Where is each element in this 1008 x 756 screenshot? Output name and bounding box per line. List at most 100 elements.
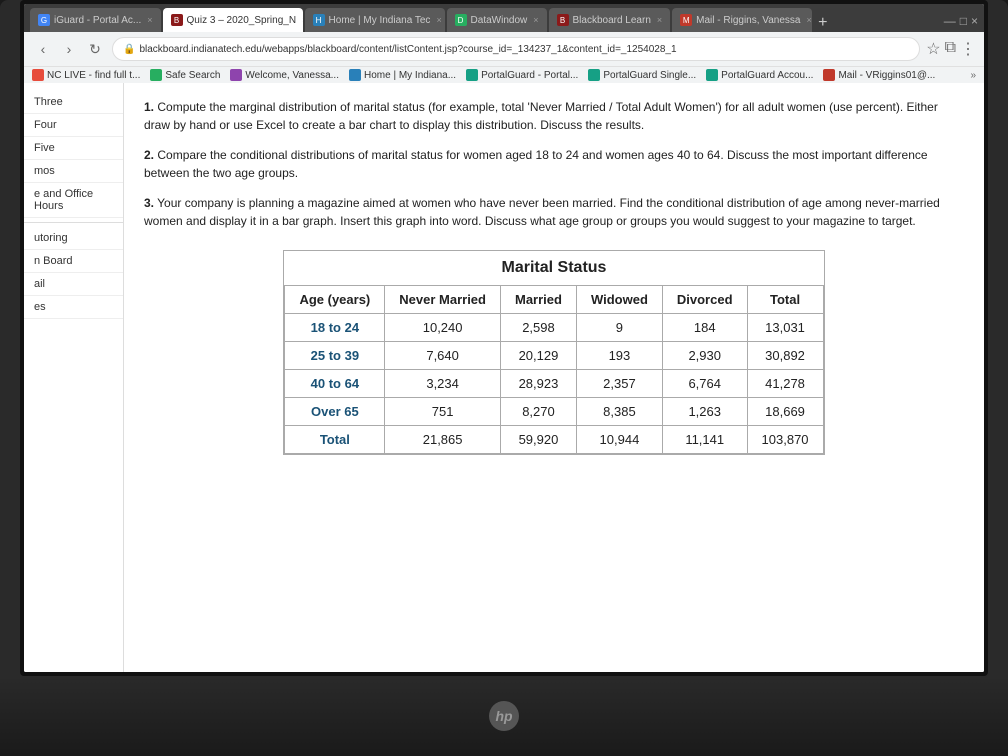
sidebar-item-ail[interactable]: ail — [24, 273, 123, 296]
back-button[interactable]: ‹ — [32, 38, 54, 60]
sidebar-label-five: Five — [34, 142, 55, 154]
screen-bezel: G iGuard - Portal Ac... × B Quiz 3 – 202… — [20, 0, 988, 676]
bookmark-nclive[interactable]: NC LIVE - find full t... — [32, 69, 140, 81]
cell-widowed-4: 10,944 — [576, 426, 662, 454]
bookmark-favicon-nclive — [32, 69, 44, 81]
tab-label-iguard: iGuard - Portal Ac... — [54, 15, 141, 26]
question-1: 1. Compute the marginal distribution of … — [144, 98, 964, 134]
cell-never-1: 7,640 — [385, 342, 501, 370]
sidebar-item-es[interactable]: es — [24, 296, 123, 319]
cell-married-0: 2,598 — [500, 314, 576, 342]
bookmark-favicon-pga — [706, 69, 718, 81]
bookmark-pgaccount[interactable]: PortalGuard Accou... — [706, 69, 813, 81]
col-header-married: Married — [500, 286, 576, 314]
bookmark-indiana[interactable]: Home | My Indiana... — [349, 69, 456, 81]
bookmarks-overflow[interactable]: » — [970, 70, 976, 81]
tab-datawindow[interactable]: D DataWindow × — [447, 8, 547, 32]
bookmark-vriggins[interactable]: Mail - VRiggins01@... — [823, 69, 935, 81]
sidebar-item-office[interactable]: e and Office Hours — [24, 183, 123, 218]
sidebar-item-four[interactable]: Four — [24, 114, 123, 137]
address-bar[interactable]: 🔒 blackboard.indianatech.edu/webapps/bla… — [112, 37, 920, 61]
browser-chrome: G iGuard - Portal Ac... × B Quiz 3 – 202… — [24, 4, 984, 32]
bookmark-pgsingle[interactable]: PortalGuard Single... — [588, 69, 696, 81]
tab-label-mail: Mail - Riggins, Vanessa — [696, 15, 800, 26]
bookmark-favicon-welcome — [230, 69, 242, 81]
tab-quiz[interactable]: B Quiz 3 – 2020_Spring_N × — [163, 8, 303, 32]
cell-never-4: 21,865 — [385, 426, 501, 454]
question-2-number: 2. — [144, 148, 154, 162]
table-title: Marital Status — [284, 251, 823, 285]
cell-married-3: 8,270 — [500, 398, 576, 426]
tab-close-mail[interactable]: × — [806, 15, 811, 25]
bookmark-welcome[interactable]: Welcome, Vanessa... — [230, 69, 339, 81]
cell-married-1: 20,129 — [500, 342, 576, 370]
laptop-bottom: hp — [0, 676, 1008, 756]
cell-divorced-3: 1,263 — [662, 398, 747, 426]
sidebar-label-ail: ail — [34, 278, 45, 290]
tab-mail[interactable]: M Mail - Riggins, Vanessa × — [672, 8, 812, 32]
table-row: 40 to 64 3,234 28,923 2,357 6,764 41,278 — [285, 370, 823, 398]
tab-favicon-dw: D — [455, 14, 467, 26]
tab-favicon-quiz: B — [171, 14, 183, 26]
cell-total-3: 18,669 — [747, 398, 823, 426]
col-header-total: Total — [747, 286, 823, 314]
cell-total-1: 30,892 — [747, 342, 823, 370]
bookmark-favicon-pg — [466, 69, 478, 81]
tab-blackboard[interactable]: B Blackboard Learn × — [549, 8, 671, 32]
bookmark-label-vr: Mail - VRiggins01@... — [838, 70, 935, 81]
col-header-age: Age (years) — [285, 286, 385, 314]
forward-button[interactable]: › — [58, 38, 80, 60]
sidebar-label-four: Four — [34, 119, 57, 131]
hp-logo: hp — [489, 701, 519, 731]
address-text: blackboard.indianatech.edu/webapps/black… — [139, 44, 676, 55]
sidebar-item-five[interactable]: Five — [24, 137, 123, 160]
close-button[interactable]: × — [971, 14, 978, 28]
minimize-button[interactable]: — — [944, 14, 956, 28]
browser-controls: ‹ › ↻ 🔒 blackboard.indianatech.edu/webap… — [24, 32, 984, 66]
tab-close-bb[interactable]: × — [657, 15, 662, 25]
cell-widowed-0: 9 — [576, 314, 662, 342]
tab-favicon-mail: M — [680, 14, 692, 26]
cell-never-0: 10,240 — [385, 314, 501, 342]
cell-divorced-1: 2,930 — [662, 342, 747, 370]
col-header-never-married: Never Married — [385, 286, 501, 314]
tab-close-dw[interactable]: × — [533, 15, 538, 25]
col-header-divorced: Divorced — [662, 286, 747, 314]
reload-button[interactable]: ↻ — [84, 38, 106, 60]
cell-age-3: Over 65 — [285, 398, 385, 426]
bookmark-label-nclive: NC LIVE - find full t... — [47, 70, 140, 81]
bookmark-portalguard[interactable]: PortalGuard - Portal... — [466, 69, 578, 81]
extensions-icon[interactable]: ⧉ — [945, 39, 956, 59]
main-content: Three Four Five mos e and Office Hours — [24, 83, 984, 672]
tab-iguard[interactable]: G iGuard - Portal Ac... × — [30, 8, 161, 32]
table-row: Total 21,865 59,920 10,944 11,141 103,87… — [285, 426, 823, 454]
cell-total-4: 103,870 — [747, 426, 823, 454]
sidebar-item-board[interactable]: n Board — [24, 250, 123, 273]
sidebar-label-board: n Board — [34, 255, 73, 267]
sidebar-label-three: Three — [34, 96, 63, 108]
marital-status-table: Age (years) Never Married Married Widowe… — [284, 285, 823, 454]
tab-home[interactable]: H Home | My Indiana Tec × — [305, 8, 445, 32]
tab-close-home[interactable]: × — [436, 15, 441, 25]
menu-icon[interactable]: ⋮ — [960, 39, 976, 59]
sidebar-item-mos[interactable]: mos — [24, 160, 123, 183]
bookmark-safesearch[interactable]: Safe Search — [150, 69, 220, 81]
question-2-text: Compare the conditional distributions of… — [144, 148, 928, 180]
sidebar-item-tutoring[interactable]: utoring — [24, 227, 123, 250]
bookmark-icon[interactable]: ☆ — [926, 39, 940, 59]
cell-divorced-0: 184 — [662, 314, 747, 342]
marital-status-table-wrapper: Marital Status Age (years) Never Married… — [283, 250, 824, 455]
tab-close-iguard[interactable]: × — [147, 15, 152, 25]
table-row: Over 65 751 8,270 8,385 1,263 18,669 — [285, 398, 823, 426]
new-tab-button[interactable]: + — [818, 14, 827, 32]
tab-label-dw: DataWindow — [471, 15, 528, 26]
question-1-text: Compute the marginal distribution of mar… — [144, 100, 938, 132]
maximize-button[interactable]: □ — [960, 14, 967, 28]
tab-bar: G iGuard - Portal Ac... × B Quiz 3 – 202… — [30, 8, 978, 32]
sidebar-item-three[interactable]: Three — [24, 91, 123, 114]
bookmark-label-pg: PortalGuard - Portal... — [481, 70, 578, 81]
cell-divorced-4: 11,141 — [662, 426, 747, 454]
tab-favicon-iguard: G — [38, 14, 50, 26]
bookmark-label-welcome: Welcome, Vanessa... — [245, 70, 339, 81]
tab-label-home: Home | My Indiana Tec — [329, 15, 431, 26]
